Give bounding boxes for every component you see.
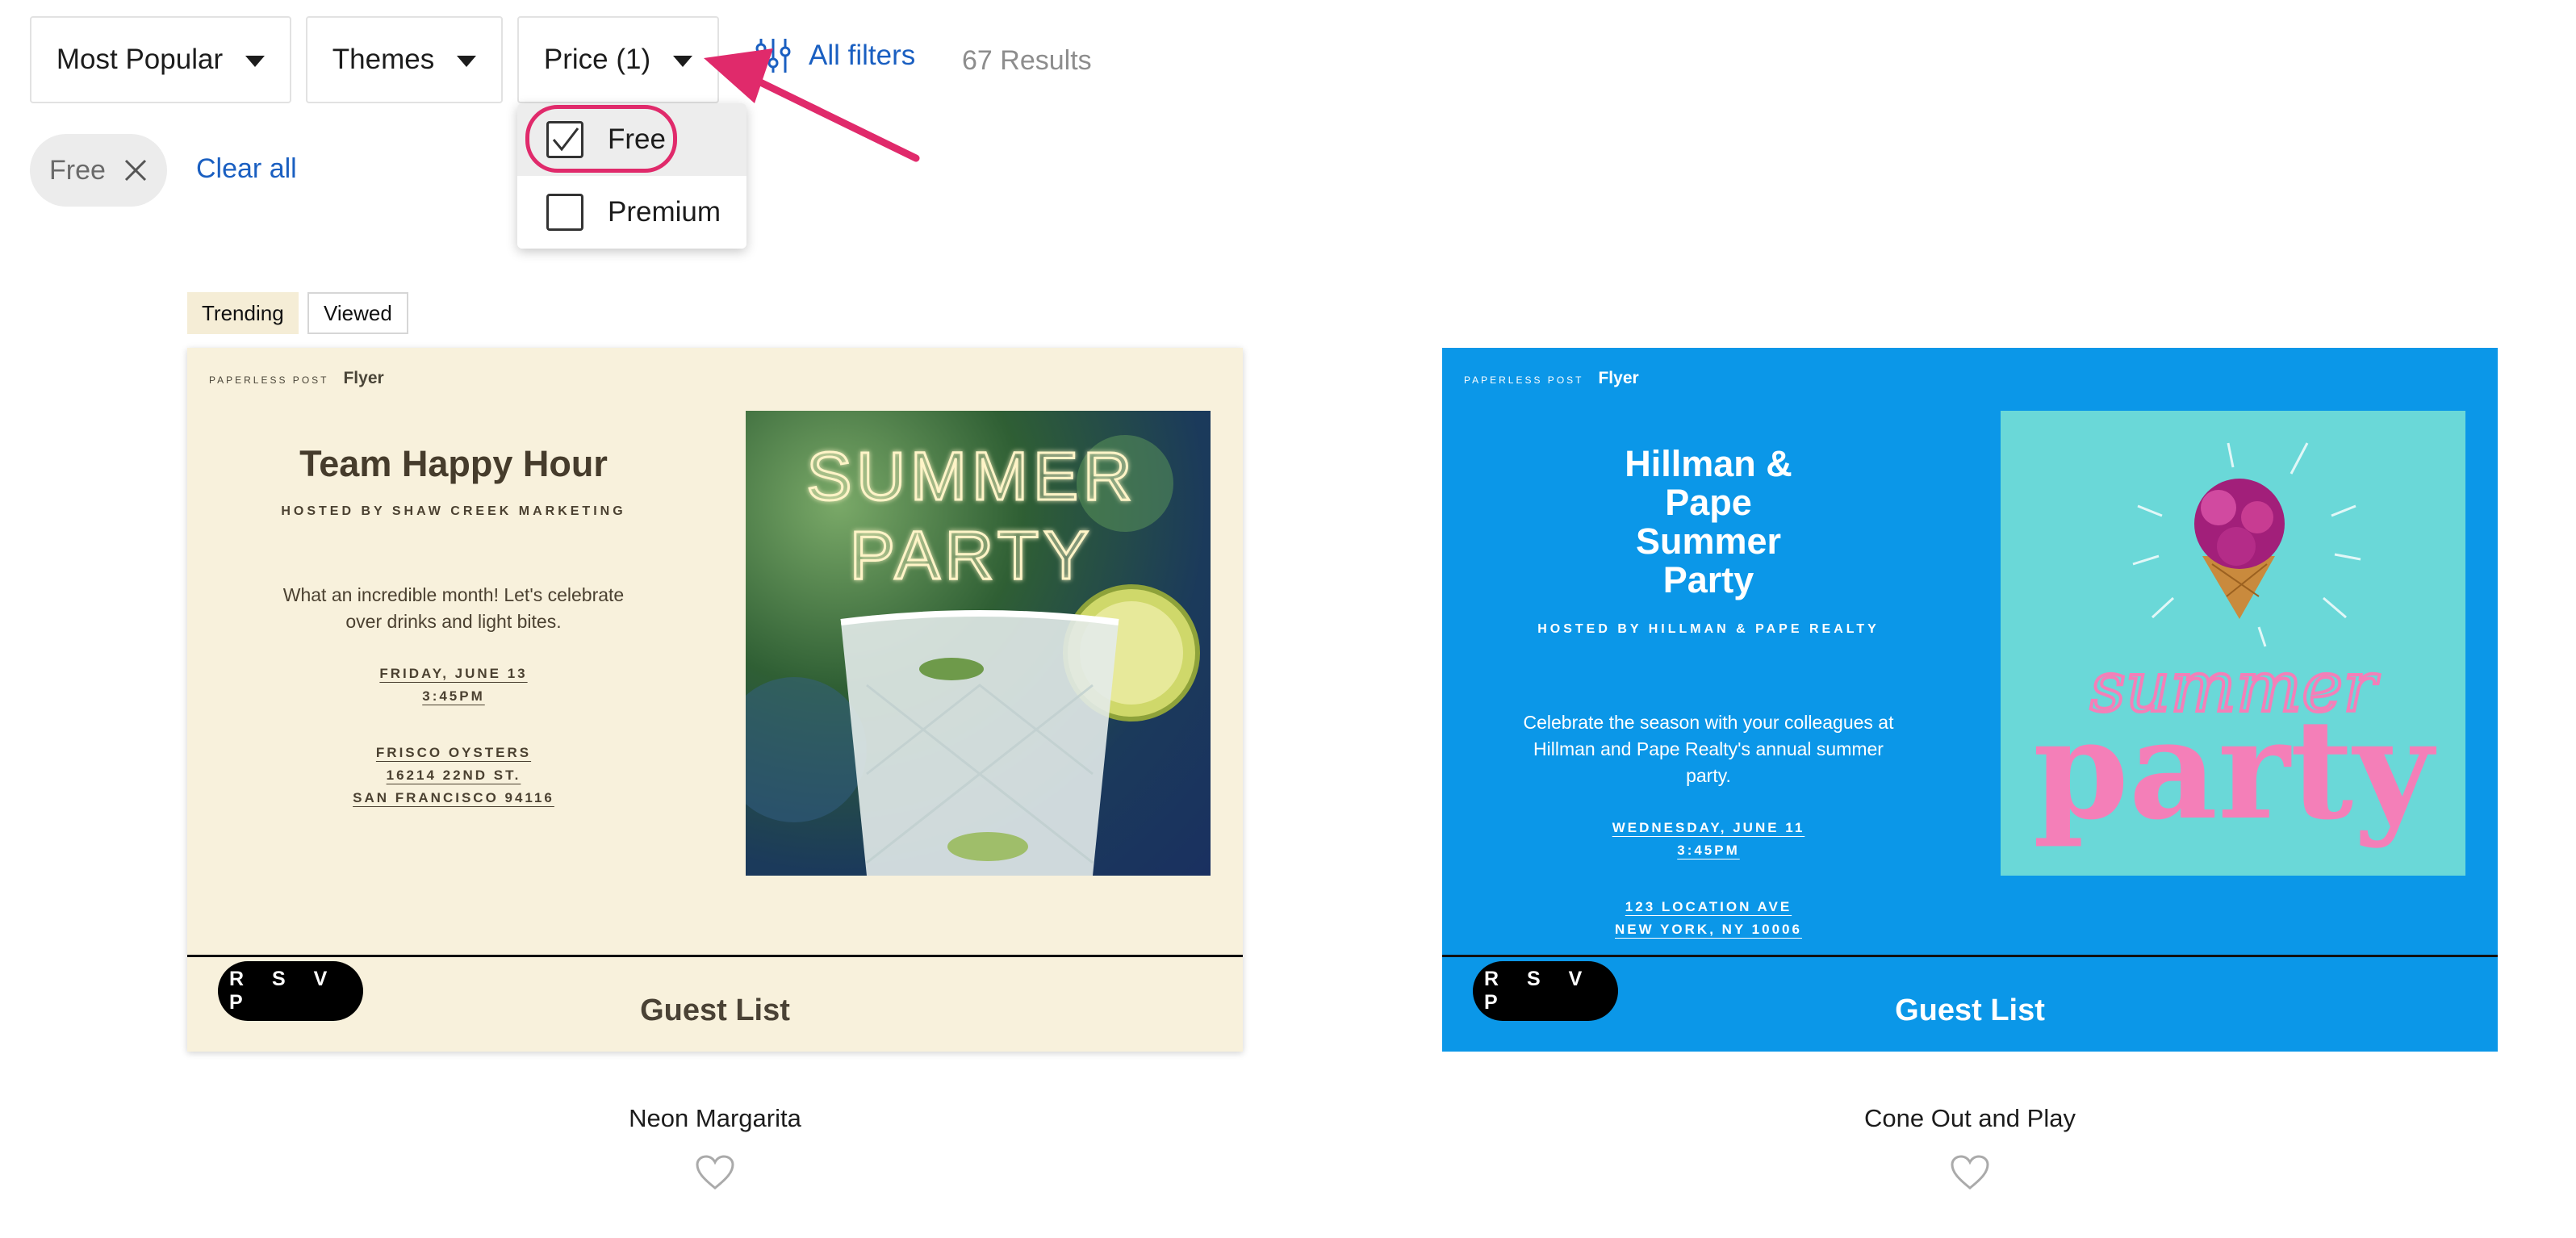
brand-small-text: PAPERLESS POST: [209, 374, 329, 386]
event-title: Team Happy Hour: [299, 443, 608, 484]
event-address: 123 LOCATION AVE NEW YORK, NY 10006: [1615, 899, 1802, 937]
viewed-badge: Viewed: [307, 292, 408, 334]
event-title: Hillman & Pape Summer Party: [1625, 443, 1792, 600]
event-description: Celebrate the season with your colleague…: [1523, 712, 1894, 786]
price-dropdown[interactable]: Price (1): [517, 16, 719, 103]
neon-text-line-2: PARTY: [850, 517, 1094, 593]
brand-mark: PAPERLESS POST Flyer: [209, 369, 384, 388]
price-option-label: Premium: [608, 196, 721, 228]
themes-dropdown[interactable]: Themes: [306, 16, 503, 103]
brand-small-text: PAPERLESS POST: [1464, 374, 1584, 386]
heart-icon[interactable]: [695, 1154, 735, 1191]
clear-all-link[interactable]: Clear all: [196, 153, 297, 185]
card-caption[interactable]: Neon Margarita: [187, 1104, 1243, 1133]
price-option-free[interactable]: Free: [517, 103, 746, 176]
results-count: 67 Results: [962, 45, 1092, 76]
sliders-icon: [755, 39, 791, 73]
event-time: 3:45PM: [1677, 843, 1740, 858]
ice-cream-illustration: summer party: [2001, 411, 2465, 876]
party-text: party: [2033, 689, 2436, 851]
price-option-label: Free: [608, 123, 666, 155]
event-address: FRISCO OYSTERS 16214 22ND ST. SAN FRANCI…: [353, 745, 554, 805]
event-host: HOSTED BY SHAW CREEK MARKETING: [281, 504, 626, 518]
themes-dropdown-label: Themes: [332, 44, 435, 75]
all-filters-label: All filters: [809, 40, 916, 71]
trending-badge: Trending: [187, 292, 299, 334]
brand-name: Flyer: [343, 369, 384, 387]
sort-dropdown[interactable]: Most Popular: [30, 16, 291, 103]
caret-down-icon: [673, 56, 693, 67]
close-icon[interactable]: [123, 158, 148, 182]
checkmark-icon: [552, 128, 579, 152]
brand-name: Flyer: [1598, 369, 1639, 387]
price-dropdown-menu: Free Premium: [517, 103, 746, 249]
card-caption[interactable]: Cone Out and Play: [1442, 1104, 2498, 1133]
event-time: 3:45PM: [422, 688, 485, 704]
price-option-premium[interactable]: Premium: [517, 176, 746, 249]
event-datetime: WEDNESDAY, JUNE 11 3:45PM: [1491, 817, 1926, 862]
event-date: WEDNESDAY, JUNE 11: [1612, 820, 1805, 835]
invitation-text: Hillman & Pape Summer Party HOSTED BY HI…: [1491, 445, 1926, 941]
event-description: What an incredible month! Let's celebrat…: [282, 584, 625, 632]
sort-dropdown-label: Most Popular: [56, 44, 224, 75]
guest-list-label[interactable]: Guest List: [187, 993, 1243, 1028]
caret-down-icon: [457, 56, 477, 67]
price-dropdown-label: Price (1): [543, 44, 651, 75]
checkbox-checked[interactable]: [546, 121, 583, 158]
heart-icon[interactable]: [1950, 1154, 1990, 1191]
invitation-text: Team Happy Hour HOSTED BY SHAW CREEK MAR…: [236, 445, 671, 809]
brand-mark: PAPERLESS POST Flyer: [1464, 369, 1639, 388]
checkbox-unchecked[interactable]: [546, 194, 583, 231]
caret-down-icon: [245, 56, 266, 67]
invitation-card-neon-margarita[interactable]: PAPERLESS POST Flyer Team Happy Hour HOS…: [187, 348, 1243, 1052]
event-date: FRIDAY, JUNE 13: [379, 666, 528, 681]
event-host: HOSTED BY HILLMAN & PAPE REALTY: [1537, 622, 1880, 636]
invitation-card-cone-out-and-play[interactable]: PAPERLESS POST Flyer Hillman & Pape Summ…: [1442, 348, 2498, 1052]
event-datetime: FRIDAY, JUNE 13 3:45PM: [236, 663, 671, 708]
filter-chip-label: Free: [49, 154, 106, 186]
neon-margarita-photo: SUMMER PARTY: [746, 411, 1211, 876]
neon-text-line-1: SUMMER: [806, 438, 1136, 514]
filter-chip-free[interactable]: Free: [30, 134, 167, 207]
guest-list-label[interactable]: Guest List: [1442, 993, 2498, 1028]
all-filters-button[interactable]: All filters: [755, 37, 915, 74]
